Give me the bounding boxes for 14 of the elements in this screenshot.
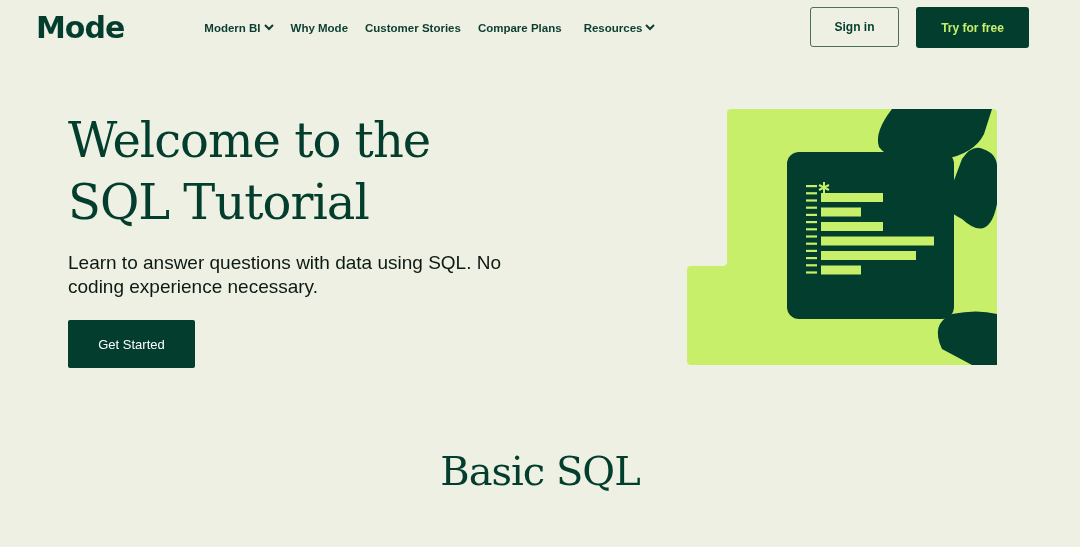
section-title: Basic SQL	[439, 448, 641, 494]
logo[interactable]: Mode	[36, 10, 125, 45]
nav-link[interactable]: Why Mode	[290, 21, 349, 34]
sign-in-button[interactable]: Sign in	[810, 7, 899, 47]
hero-subtitle: Learn to answer questions with data using SQL. No coding experience necessary.	[68, 251, 503, 299]
try-for-free-button[interactable]: Try for free	[916, 7, 1029, 48]
nav-link[interactable]: Customer Stories	[365, 21, 461, 34]
chevron-down-icon	[263, 24, 274, 31]
nav-link[interactable]: Resources	[583, 21, 656, 34]
hero-title: Welcome to the SQL Tutorial	[68, 111, 432, 232]
nav-link[interactable]: Compare Plans	[477, 21, 562, 34]
nav-link[interactable]: Modern BI	[204, 21, 274, 34]
chevron-down-icon	[645, 24, 656, 31]
get-started-button[interactable]: Get Started	[68, 320, 195, 368]
